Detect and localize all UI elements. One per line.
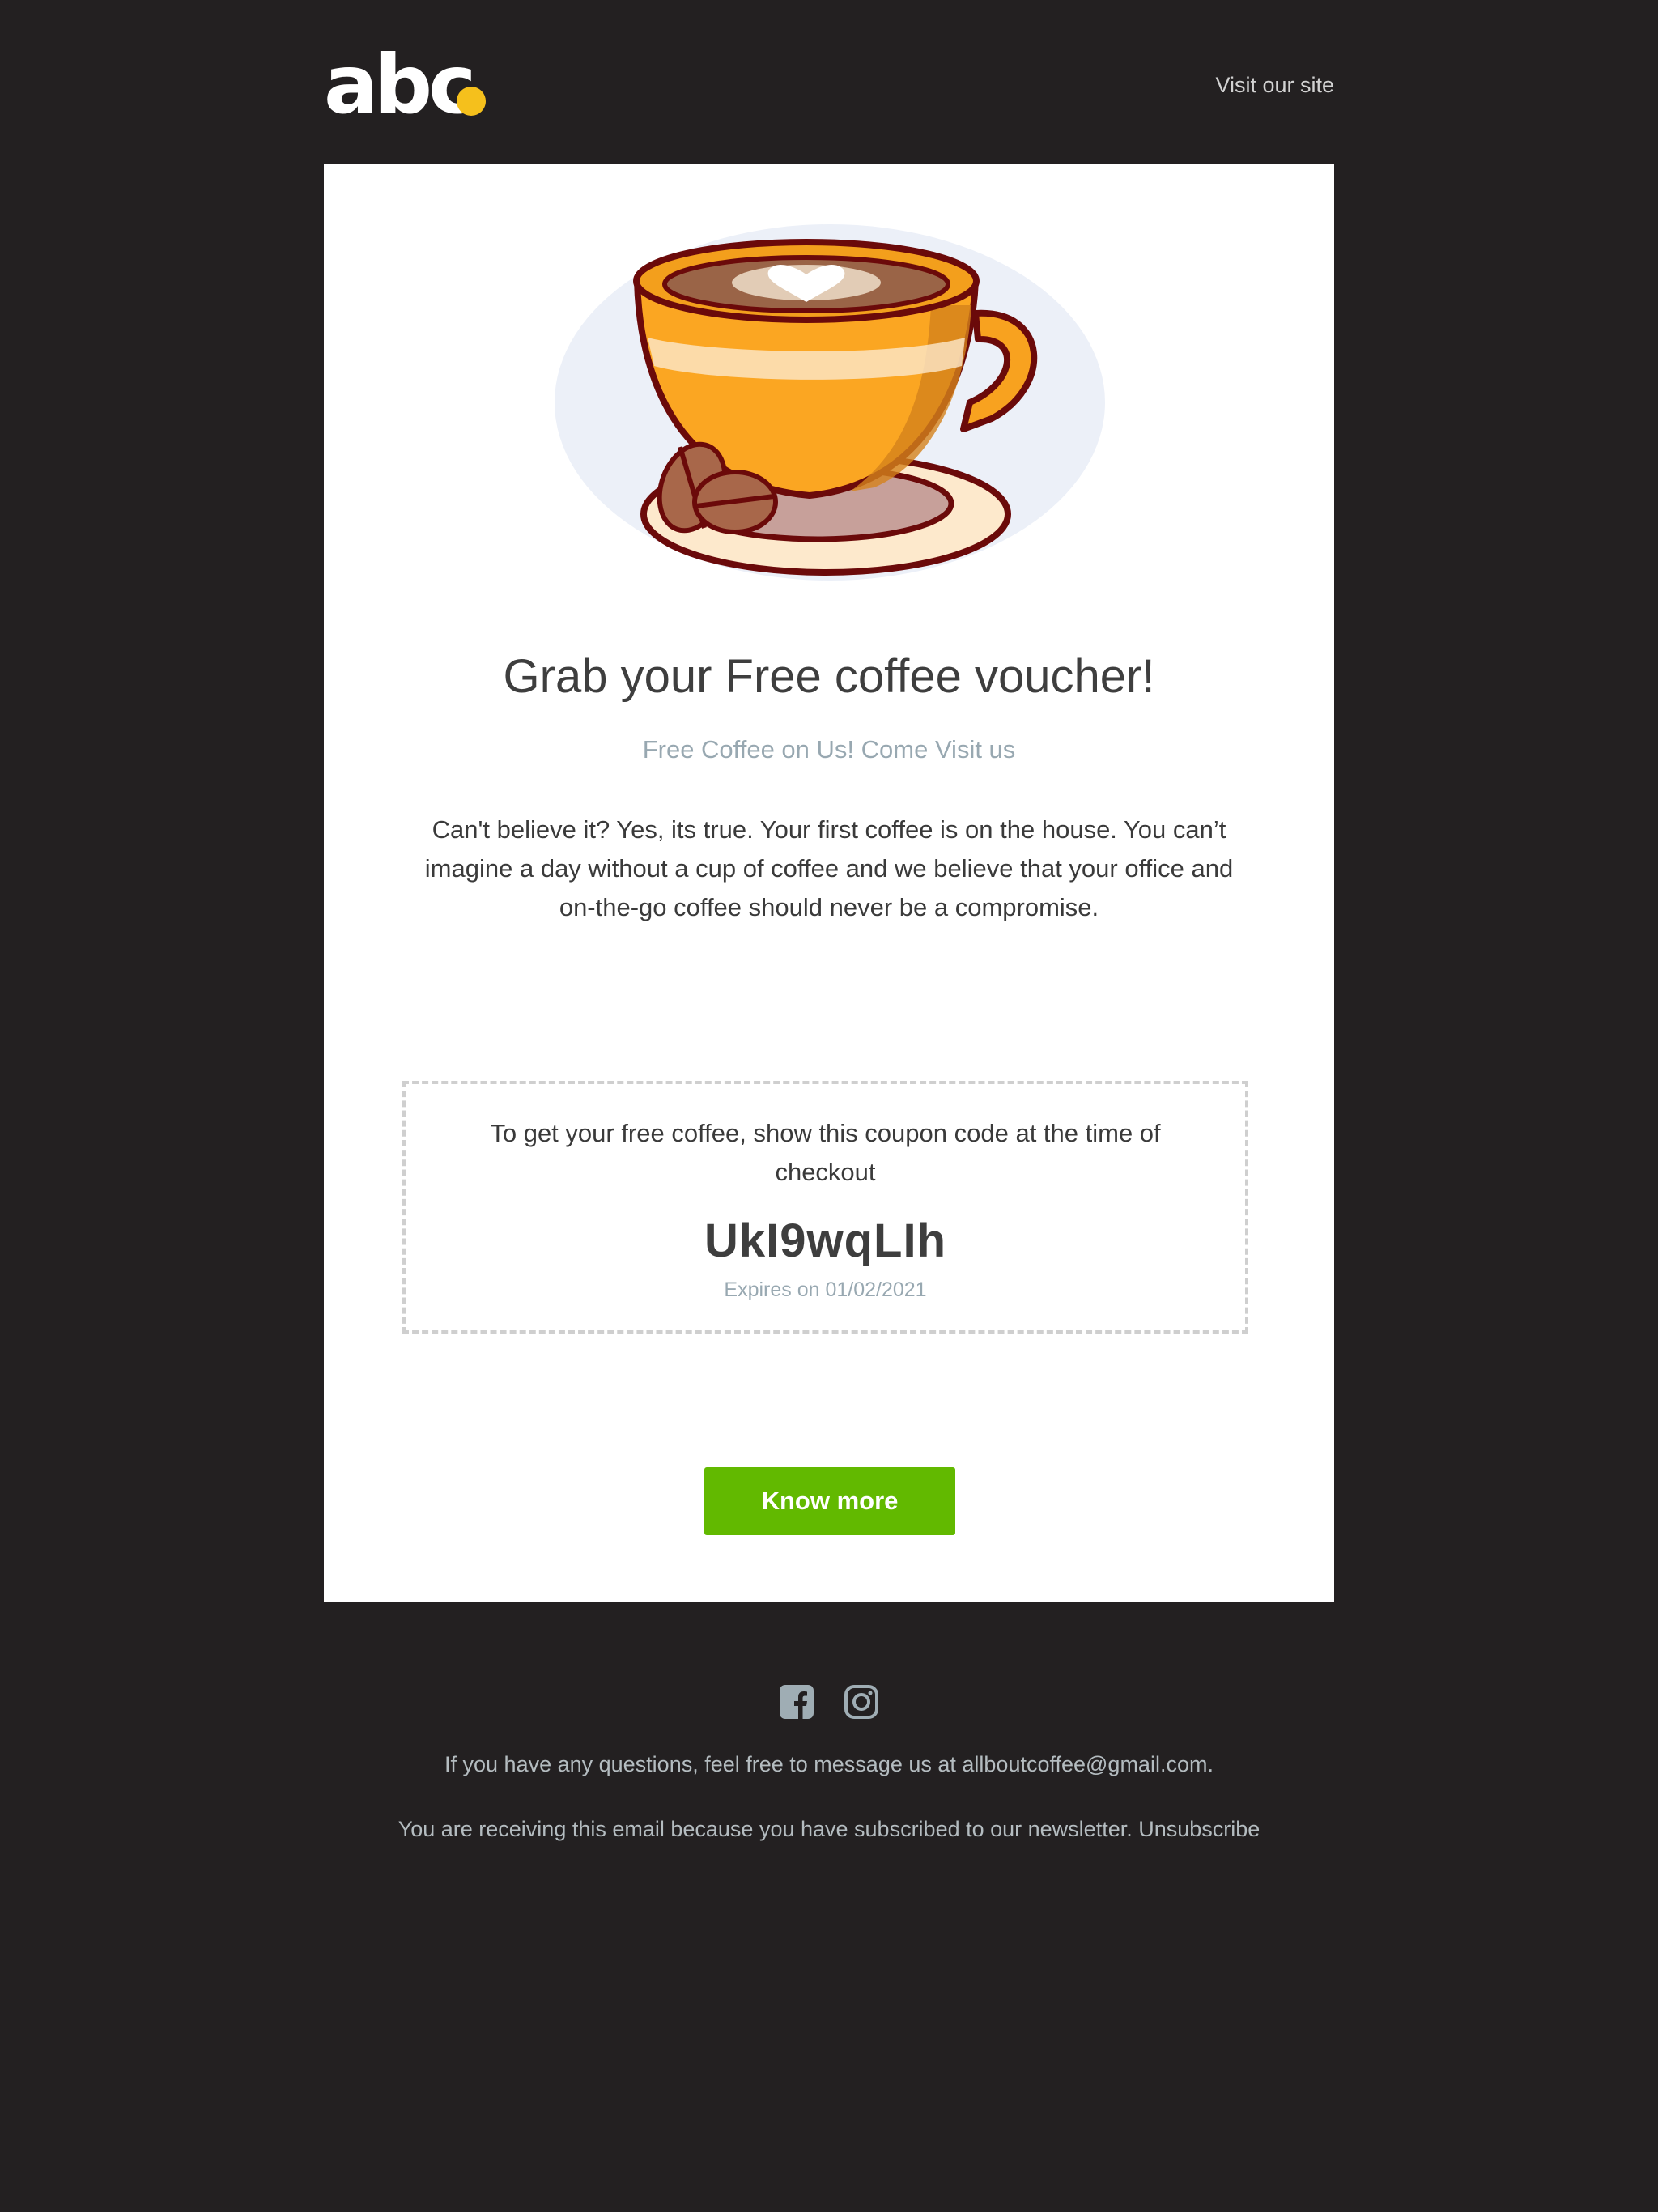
visit-site-link[interactable]: Visit our site	[1215, 73, 1334, 98]
coffee-cup-illustration	[555, 224, 1105, 581]
coupon-expiry: Expires on 01/02/2021	[724, 1278, 927, 1301]
instagram-icon[interactable]	[844, 1684, 879, 1720]
social-links	[0, 1684, 1658, 1720]
logo-dot	[457, 87, 486, 116]
footer-subscription-text: You are receiving this email because you…	[397, 1817, 1261, 1841]
brand-logo[interactable]: abc	[324, 45, 476, 125]
footer-contact-text: If you have any questions, feel free to …	[444, 1752, 1214, 1776]
coupon-instruction: To get your free coffee, show this coupo…	[490, 1119, 1161, 1186]
voucher-title: Grab your Free coffee voucher!	[503, 650, 1155, 703]
know-more-button[interactable]: Know more	[704, 1467, 955, 1535]
coupon-box: To get your free coffee, show this coupo…	[402, 1081, 1248, 1334]
facebook-icon[interactable]	[779, 1684, 814, 1720]
email-card: Grab your Free coffee voucher! Free Coff…	[324, 164, 1334, 1602]
voucher-body-text: Can't believe it? Yes, its true. Your fi…	[424, 815, 1234, 921]
voucher-subtitle: Free Coffee on Us! Come Visit us	[642, 735, 1016, 764]
coupon-code[interactable]: UkI9wqLIh	[406, 1214, 1245, 1268]
email-header: abc Visit our site	[324, 45, 1334, 125]
